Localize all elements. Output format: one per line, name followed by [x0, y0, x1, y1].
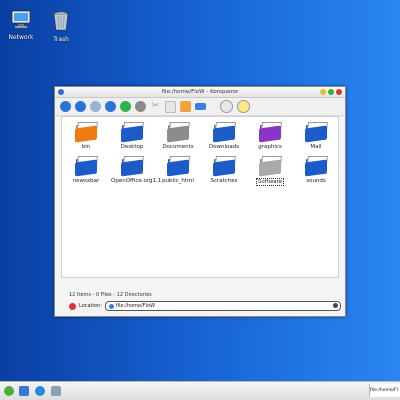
folder-icon	[121, 155, 144, 177]
folder-label: bin	[81, 144, 91, 150]
home-icon[interactable]	[105, 101, 116, 112]
folder-item-downloads[interactable]: Downloads	[202, 121, 246, 150]
close-button[interactable]	[336, 89, 342, 95]
chevron-down-icon[interactable]	[333, 303, 338, 308]
network-icon	[11, 10, 31, 28]
folder-item-graphics[interactable]: graphics	[248, 121, 292, 150]
folder-item-sounds[interactable]: sounds	[294, 155, 338, 184]
folder-icon	[259, 155, 282, 177]
folder-label: public_html	[162, 178, 194, 184]
konqueror-app-icon[interactable]	[58, 89, 64, 95]
clear-location-icon[interactable]	[69, 302, 76, 310]
location-label: Location:	[79, 303, 102, 309]
globe-icon	[108, 303, 114, 309]
stop-icon[interactable]	[135, 101, 146, 112]
print-icon[interactable]	[195, 103, 206, 110]
folder-item-software[interactable]: Software	[248, 155, 292, 186]
folder-icon	[121, 121, 144, 143]
folder-label: graphics	[258, 144, 282, 150]
folder-label: Documents	[162, 144, 194, 150]
desktop-icon-label: Network	[8, 34, 34, 41]
folder-item-bin[interactable]: bin	[64, 121, 108, 150]
minimize-button[interactable]	[320, 89, 326, 95]
folder-item-scratches[interactable]: Scratches	[202, 155, 246, 184]
folder-icon	[167, 121, 190, 143]
status-bar: 12 Items - 0 Files - 12 Directories	[69, 292, 152, 298]
folder-item-documents[interactable]: Documents	[156, 121, 200, 150]
window-title: file:/home/FloW - Konqueror	[161, 89, 239, 95]
zoom-in-icon[interactable]	[220, 100, 233, 113]
desktop-icon-network[interactable]: Network	[1, 10, 41, 41]
folder-label: OpenOffice.org1.1	[111, 178, 162, 184]
taskbar: file:/home/Fl	[0, 381, 400, 400]
k-menu-icon[interactable]	[4, 386, 14, 396]
forward-arrow-icon[interactable]	[90, 101, 101, 112]
trash-icon	[53, 11, 69, 31]
window-titlebar[interactable]: file:/home/FloW - Konqueror	[55, 87, 345, 98]
location-bar: Location: file:/home/FloW	[69, 301, 341, 311]
folder-icon	[305, 121, 328, 143]
toolbar: ✂	[55, 98, 345, 116]
folder-icon	[213, 155, 236, 177]
folder-item-openoffice[interactable]: OpenOffice.org1.1	[110, 155, 161, 184]
folder-item-desktop[interactable]: Desktop	[110, 121, 154, 150]
folder-icon	[213, 121, 236, 143]
folder-icon	[305, 155, 328, 177]
file-view[interactable]: bin Desktop Documents Downloads graphics…	[61, 116, 339, 278]
folder-item-newsxbar[interactable]: newsxbar	[64, 155, 108, 184]
cut-icon[interactable]: ✂	[150, 101, 161, 112]
konqueror-window: file:/home/FloW - Konqueror ✂ bin Deskto…	[54, 86, 346, 317]
location-value: file:/home/FloW	[115, 303, 155, 309]
folder-label: newsxbar	[72, 178, 100, 184]
folder-label: Mail	[310, 144, 322, 150]
desktop-icon-label: Trash	[53, 36, 69, 43]
copy-icon[interactable]	[165, 100, 176, 113]
folder-item-mail[interactable]: Mail	[294, 121, 338, 150]
maximize-button[interactable]	[328, 89, 334, 95]
folder-label: Scratches	[210, 178, 238, 184]
folder-icon	[259, 121, 282, 143]
folder-item-public-html[interactable]: public_html	[156, 155, 200, 184]
reload-icon[interactable]	[120, 101, 131, 112]
paste-icon[interactable]	[180, 101, 191, 112]
folder-label: Downloads	[208, 144, 240, 150]
folder-icon	[167, 155, 190, 177]
location-input[interactable]: file:/home/FloW	[104, 301, 341, 311]
back-arrow-icon[interactable]	[75, 101, 86, 112]
folder-label: Desktop	[120, 144, 144, 150]
desktop-icon-trash[interactable]: Trash	[41, 10, 81, 43]
zoom-out-icon[interactable]	[237, 100, 250, 113]
folder-icon	[75, 155, 98, 177]
folder-icon	[75, 121, 98, 143]
folder-label: sounds	[306, 178, 326, 184]
taskbar-task-konqueror[interactable]: file:/home/Fl	[369, 384, 400, 397]
desktop-show-icon[interactable]	[19, 386, 29, 396]
terminal-icon[interactable]	[51, 386, 61, 396]
browser-icon[interactable]	[35, 386, 45, 396]
folder-label: Software	[255, 178, 285, 186]
up-arrow-icon[interactable]	[60, 101, 71, 112]
